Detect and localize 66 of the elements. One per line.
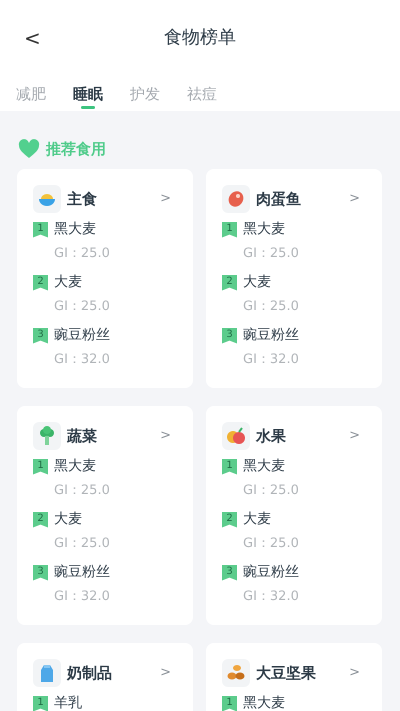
rank-badge: 1 bbox=[222, 458, 237, 474]
food-name: 大麦 bbox=[243, 273, 271, 292]
gi-value: GI：25.0 bbox=[243, 298, 299, 316]
food-name: 羊乳 bbox=[54, 694, 82, 711]
category-name: 奶制品 bbox=[67, 662, 112, 684]
food-name: 豌豆粉丝 bbox=[54, 326, 110, 345]
gi-value: GI：25.0 bbox=[54, 535, 110, 553]
chevron-button[interactable]: > bbox=[343, 426, 366, 446]
food-name: 黑大麦 bbox=[243, 694, 285, 711]
gi-value: GI：25.0 bbox=[243, 535, 299, 553]
chevron-button[interactable]: > bbox=[154, 663, 177, 683]
heart-icon bbox=[18, 139, 40, 159]
food-name: 黑大麦 bbox=[243, 220, 285, 239]
rank-badge: 1 bbox=[33, 458, 48, 474]
food-name: 大麦 bbox=[54, 273, 82, 292]
food-name: 黑大麦 bbox=[243, 457, 285, 476]
rank-badge: 2 bbox=[222, 512, 237, 528]
category-name: 水果 bbox=[256, 426, 286, 447]
rank-badge: 3 bbox=[33, 328, 48, 344]
gi-value: GI：25.0 bbox=[243, 482, 299, 500]
back-button[interactable]: < bbox=[18, 28, 47, 48]
food-name: 豌豆粉丝 bbox=[243, 326, 299, 345]
gi-value: GI：32.0 bbox=[54, 351, 110, 369]
tab[interactable]: 减肥 bbox=[16, 75, 46, 111]
food-name: 豌豆粉丝 bbox=[243, 563, 299, 582]
rank-badge: 1 bbox=[222, 222, 237, 238]
milk-carton-icon bbox=[33, 659, 61, 687]
rank-badge: 3 bbox=[33, 564, 48, 580]
steak-icon bbox=[222, 185, 250, 213]
tab[interactable]: 睡眠 bbox=[73, 75, 103, 111]
fruit-icon bbox=[222, 422, 250, 450]
gi-value: GI：25.0 bbox=[54, 482, 110, 500]
beans-icon bbox=[222, 659, 250, 687]
gi-value: GI：32.0 bbox=[243, 588, 299, 606]
food-name: 大麦 bbox=[54, 510, 82, 529]
food-name: 黑大麦 bbox=[54, 457, 96, 476]
rank-badge: 1 bbox=[33, 222, 48, 238]
gi-value: GI：25.0 bbox=[54, 298, 110, 316]
rank-badge: 2 bbox=[33, 274, 48, 290]
gi-value: GI：32.0 bbox=[243, 351, 299, 369]
page-title: 食物榜单 bbox=[164, 26, 236, 50]
tab[interactable]: 祛痘 bbox=[187, 75, 217, 111]
section-title: 推荐食用 bbox=[46, 138, 106, 160]
rank-badge: 3 bbox=[222, 328, 237, 344]
broccoli-icon bbox=[33, 422, 61, 450]
bowl-icon bbox=[33, 185, 61, 213]
gi-value: GI：25.0 bbox=[54, 245, 110, 263]
food-name: 大麦 bbox=[243, 510, 271, 529]
category-name: 大豆坚果 bbox=[256, 662, 316, 684]
tab[interactable]: 护发 bbox=[130, 75, 160, 111]
rank-badge: 2 bbox=[222, 274, 237, 290]
chevron-button[interactable]: > bbox=[154, 189, 177, 209]
chevron-button[interactable]: > bbox=[343, 189, 366, 209]
food-name: 黑大麦 bbox=[54, 220, 96, 239]
rank-badge: 3 bbox=[222, 564, 237, 580]
food-name: 豌豆粉丝 bbox=[54, 563, 110, 582]
rank-badge: 1 bbox=[33, 696, 48, 711]
gi-value: GI：32.0 bbox=[54, 588, 110, 606]
rank-badge: 1 bbox=[222, 696, 237, 711]
chevron-button[interactable]: > bbox=[343, 663, 366, 683]
category-name: 主食 bbox=[67, 188, 97, 210]
chevron-button[interactable]: > bbox=[154, 426, 177, 446]
rank-badge: 2 bbox=[33, 512, 48, 528]
category-name: 肉蛋鱼 bbox=[256, 188, 301, 210]
category-name: 蔬菜 bbox=[67, 426, 97, 447]
gi-value: GI：25.0 bbox=[243, 245, 299, 263]
